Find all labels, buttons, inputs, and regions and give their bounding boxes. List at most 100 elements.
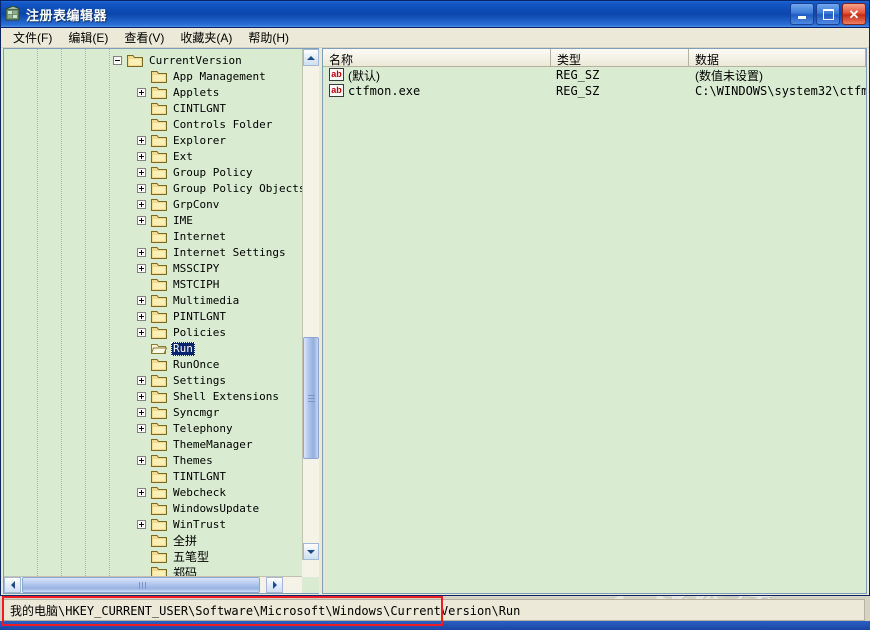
chevron-down-icon <box>307 550 315 554</box>
expand-node-icon[interactable] <box>137 152 146 161</box>
tree-node-label[interactable]: Shell Extensions <box>171 390 281 404</box>
value-type: REG_SZ <box>556 68 599 82</box>
tree-node-label[interactable]: Group Policy <box>171 166 254 180</box>
expand-node-icon[interactable] <box>137 88 146 97</box>
tree-node-label[interactable]: Multimedia <box>171 294 241 308</box>
expand-node-icon[interactable] <box>137 456 146 465</box>
folder-open-icon <box>151 342 167 355</box>
folder-icon <box>151 390 167 403</box>
string-value-icon: ab <box>329 68 344 81</box>
expand-node-icon[interactable] <box>137 312 146 321</box>
expand-node-icon[interactable] <box>137 376 146 385</box>
close-icon: ✕ <box>849 8 860 21</box>
tree-node-label[interactable]: RunOnce <box>171 358 221 372</box>
menu-help[interactable]: 帮助(H) <box>240 27 297 49</box>
tree-node-label[interactable]: IME <box>171 214 195 228</box>
tree-node-label[interactable]: CurrentVersion <box>147 54 244 68</box>
menu-file[interactable]: 文件(F) <box>5 27 60 49</box>
column-header-name[interactable]: 名称 <box>323 49 551 67</box>
tree-node-label[interactable]: CINTLGNT <box>171 102 228 116</box>
expand-node-icon[interactable] <box>137 328 146 337</box>
folder-icon <box>151 518 167 531</box>
collapse-node-icon[interactable] <box>113 56 122 65</box>
tree-horizontal-scrollbar[interactable] <box>4 576 302 593</box>
tree-scroll-down-button[interactable] <box>303 543 319 560</box>
tree-node-label[interactable]: WindowsUpdate <box>171 502 261 516</box>
tree-node-label[interactable]: Syncmgr <box>171 406 221 420</box>
maximize-button[interactable] <box>816 3 840 25</box>
expand-node-icon[interactable] <box>137 392 146 401</box>
tree-node-label[interactable]: WinTrust <box>171 518 228 532</box>
registry-value-list[interactable]: ab(默认)REG_SZ(数值未设置)abctfmon.exeREG_SZC:\… <box>323 67 866 99</box>
folder-icon <box>151 358 167 371</box>
menu-edit[interactable]: 编辑(E) <box>60 27 116 49</box>
expand-node-icon[interactable] <box>137 424 146 433</box>
close-button[interactable]: ✕ <box>842 3 866 25</box>
tree-node-label[interactable]: App Management <box>171 70 268 84</box>
minimize-icon <box>798 16 806 19</box>
value-type: REG_SZ <box>556 84 599 98</box>
tree-node-label[interactable]: Webcheck <box>171 486 228 500</box>
tree-node-label[interactable]: Internet <box>171 230 228 244</box>
taskbar[interactable] <box>0 621 870 630</box>
expand-node-icon[interactable] <box>137 264 146 273</box>
tree-node-label[interactable]: Ext <box>171 150 195 164</box>
maximize-icon <box>823 9 834 20</box>
expand-node-icon[interactable] <box>137 296 146 305</box>
tree-node-label[interactable]: GrpConv <box>171 198 221 212</box>
tree-node-label[interactable]: PINTLGNT <box>171 310 228 324</box>
expand-node-icon[interactable] <box>137 136 146 145</box>
tree-node-label[interactable]: Telephony <box>171 422 235 436</box>
tree-node-label[interactable]: Explorer <box>171 134 228 148</box>
folder-icon <box>151 150 167 163</box>
expand-node-icon[interactable] <box>137 488 146 497</box>
tree-scroll-up-button[interactable] <box>303 49 319 66</box>
window-body: CurrentVersion App Management Applets CINTL… <box>3 48 867 594</box>
folder-icon <box>151 262 167 275</box>
tree-node-label[interactable]: Settings <box>171 374 228 388</box>
folder-icon <box>151 486 167 499</box>
tree-scroll-right-button[interactable] <box>266 577 283 593</box>
title-bar[interactable]: 注册表编辑器 ✕ <box>1 1 869 28</box>
folder-icon <box>151 102 167 115</box>
tree-node-label[interactable]: Controls Folder <box>171 118 274 132</box>
registry-tree[interactable]: CurrentVersion App Management Applets CINTL… <box>4 49 302 577</box>
tree-node-label[interactable]: Run <box>171 342 195 356</box>
column-header-data[interactable]: 数据 <box>689 49 866 67</box>
tree-node-label[interactable]: Applets <box>171 86 221 100</box>
menu-bar: 文件(F) 编辑(E) 查看(V) 收藏夹(A) 帮助(H) <box>1 28 869 48</box>
registry-value-row[interactable]: abctfmon.exeREG_SZC:\WINDOWS\system32\ct… <box>323 83 866 99</box>
tree-scroll-thumb[interactable] <box>303 337 319 459</box>
folder-icon <box>151 422 167 435</box>
expand-node-icon[interactable] <box>137 168 146 177</box>
menu-favorites[interactable]: 收藏夹(A) <box>172 27 240 49</box>
expand-node-icon[interactable] <box>137 408 146 417</box>
expand-node-icon[interactable] <box>137 248 146 257</box>
folder-icon <box>151 118 167 131</box>
tree-node-label[interactable]: ThemeManager <box>171 438 254 452</box>
tree-node-label[interactable]: Policies <box>171 326 228 340</box>
column-header-type[interactable]: 类型 <box>551 49 689 67</box>
folder-icon <box>151 70 167 83</box>
menu-view[interactable]: 查看(V) <box>116 27 172 49</box>
tree-node-label[interactable]: 全拼 <box>171 534 199 548</box>
tree-node-label[interactable]: Group Policy Objects <box>171 182 302 196</box>
registry-editor-window: 注册表编辑器 ✕ 文件(F) 编辑(E) 查看(V) 收藏夹(A) 帮助(H) <box>0 0 870 596</box>
minimize-button[interactable] <box>790 3 814 25</box>
folder-icon <box>151 550 167 563</box>
registry-path: 我的电脑\HKEY_CURRENT_USER\Software\Microsof… <box>4 602 520 619</box>
expand-node-icon[interactable] <box>137 520 146 529</box>
expand-node-icon[interactable] <box>137 184 146 193</box>
tree-node-label[interactable]: TINTLGNT <box>171 470 228 484</box>
tree-node-label[interactable]: 五笔型 <box>171 550 211 564</box>
tree-scroll-left-button[interactable] <box>4 577 21 593</box>
tree-node-label[interactable]: MSTCIPH <box>171 278 221 292</box>
tree-vertical-scrollbar[interactable] <box>302 49 319 577</box>
tree-node-label[interactable]: Internet Settings <box>171 246 288 260</box>
tree-hscroll-thumb[interactable] <box>22 577 260 593</box>
tree-node-label[interactable]: MSSCIPY <box>171 262 221 276</box>
tree-node-label[interactable]: Themes <box>171 454 215 468</box>
registry-value-row[interactable]: ab(默认)REG_SZ(数值未设置) <box>323 67 866 83</box>
expand-node-icon[interactable] <box>137 200 146 209</box>
expand-node-icon[interactable] <box>137 216 146 225</box>
